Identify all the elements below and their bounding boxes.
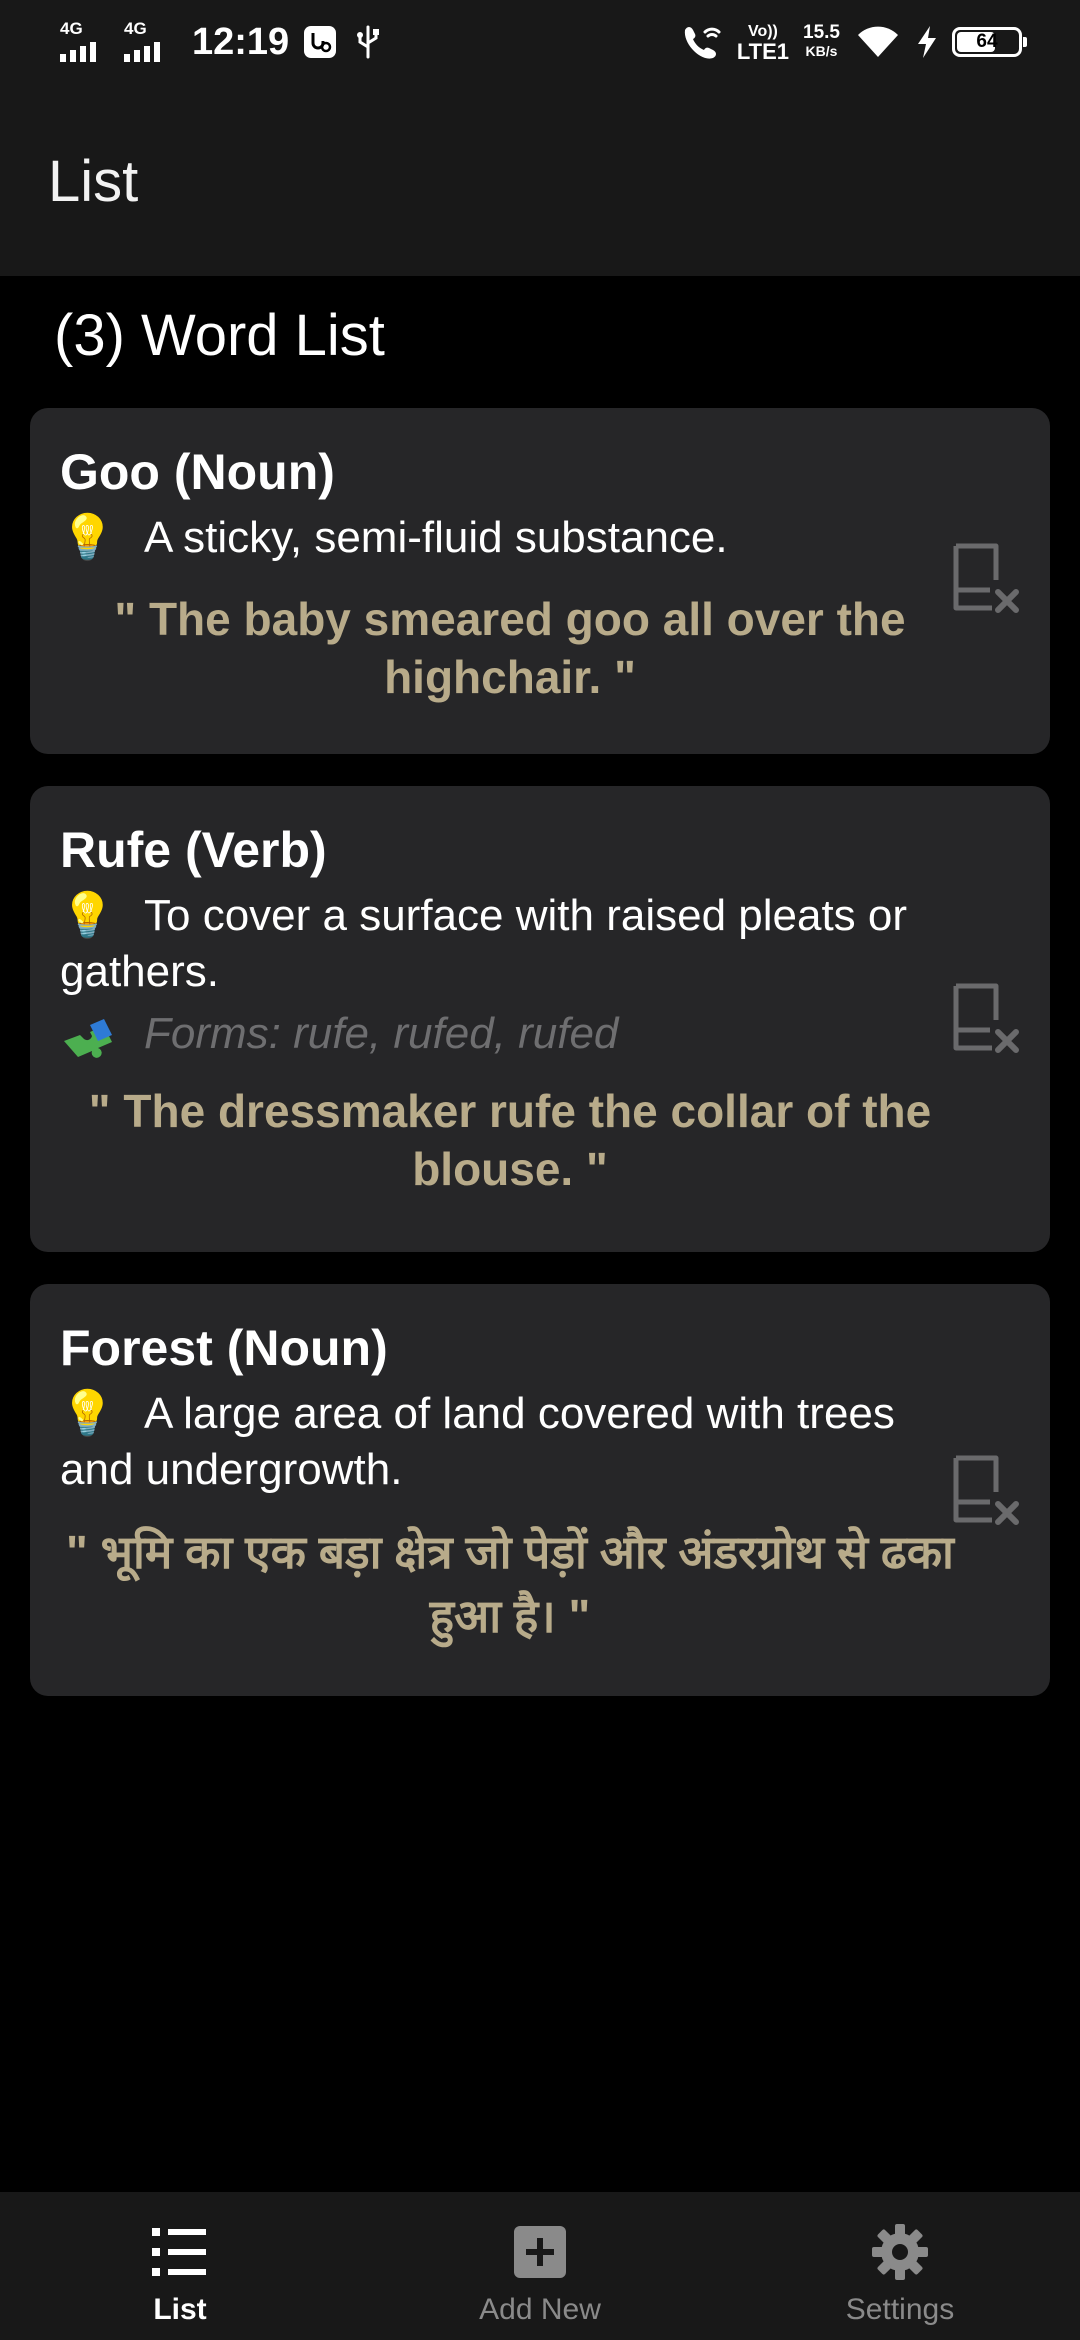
wifi-icon (858, 26, 898, 57)
word-list-heading: (3) Word List (54, 303, 385, 368)
network-speed: 15.5 KB/s (803, 22, 840, 60)
delete-word-button[interactable] (946, 540, 1022, 620)
word-title: Forest (Noun) (60, 1320, 388, 1376)
word-example: " The baby smeared goo all over the high… (114, 593, 906, 703)
delete-word-button[interactable] (946, 980, 1022, 1060)
nav-item-settings[interactable]: Settings (720, 2192, 1080, 2340)
word-meaning: 💡 To cover a surface with raised pleats o… (60, 888, 960, 1000)
word-meaning-text: A sticky, semi-fluid substance. (144, 513, 728, 562)
word-card[interactable]: Goo (Noun) 💡 A sticky, semi-fluid substan… (30, 408, 1050, 754)
nav-label-list: List (153, 2293, 207, 2326)
status-time: 12:19 (192, 20, 290, 63)
volte-indicator: Vo)) LTE1 (736, 22, 790, 64)
puzzle-icon (64, 1019, 112, 1059)
delete-word-button[interactable] (946, 1452, 1022, 1532)
battery-icon: 64 (952, 27, 1027, 57)
list-icon (152, 2228, 206, 2276)
word-meaning-text: A large area of land covered with trees … (60, 1389, 895, 1494)
app-bar: List (0, 84, 1080, 276)
volte-bottom-label: LTE1 (736, 39, 790, 64)
battery-level: 64 (976, 31, 998, 52)
usb-icon (357, 25, 380, 59)
page-title: List (48, 149, 139, 214)
usb-debug-icon (304, 26, 337, 58)
network-speed-value: 15.5 (803, 22, 840, 43)
word-card[interactable]: Forest (Noun) 💡 A large area of land cove… (30, 1284, 1050, 1696)
add-box-icon (514, 2226, 566, 2278)
word-meaning: 💡 A sticky, semi-fluid substance. (60, 510, 960, 566)
network-speed-unit: KB/s (805, 43, 838, 59)
nav-item-add-new[interactable]: Add New (360, 2192, 720, 2340)
word-card[interactable]: Rufe (Verb) 💡 To cover a surface with rai… (30, 786, 1050, 1252)
lightbulb-icon: 💡 (60, 891, 115, 940)
word-title: Rufe (Verb) (60, 822, 327, 878)
word-forms-text: Forms: rufe, rufed, rufed (144, 1009, 619, 1058)
nav-label-settings: Settings (845, 2293, 955, 2326)
lightbulb-icon: 💡 (60, 1389, 115, 1438)
status-bar-right: Vo)) LTE1 15.5 KB/s 64 (679, 14, 1027, 70)
wifi-calling-icon (684, 27, 721, 59)
status-bar: 4G 4G 12:19 Vo)) LTE1 15.5 KB/s 64 (0, 0, 1080, 84)
word-meaning: 💡 A large area of land covered with trees… (60, 1386, 960, 1498)
word-meaning-text: To cover a surface with raised pleats or… (60, 891, 908, 996)
gear-icon (872, 2224, 928, 2280)
screen: 4G 4G 12:19 Vo)) LTE1 15.5 KB/s 64 List … (0, 0, 1080, 2340)
status-bar-left: 4G 4G 12:19 (58, 14, 385, 70)
sim1-signal-icon: 4G (58, 20, 108, 64)
word-title: Goo (Noun) (60, 444, 335, 500)
nav-label-add-new: Add New (479, 2293, 601, 2326)
bottom-navigation: List Add New Settings (0, 2192, 1080, 2340)
nav-item-list[interactable]: List (0, 2192, 360, 2340)
word-example: " The dressmaker rufe the collar of the … (88, 1085, 932, 1195)
charging-icon (918, 26, 936, 58)
lightbulb-icon: 💡 (60, 513, 115, 562)
sim2-signal-icon: 4G (122, 20, 172, 64)
word-forms: Forms: rufe, rufed, rufed (60, 1006, 1020, 1062)
sim2-network-type: 4G (124, 19, 147, 38)
word-example: " भूमि का एक बड़ा क्षेत्र जो पेड़ों और अ… (66, 1526, 954, 1642)
sim1-network-type: 4G (60, 19, 83, 38)
